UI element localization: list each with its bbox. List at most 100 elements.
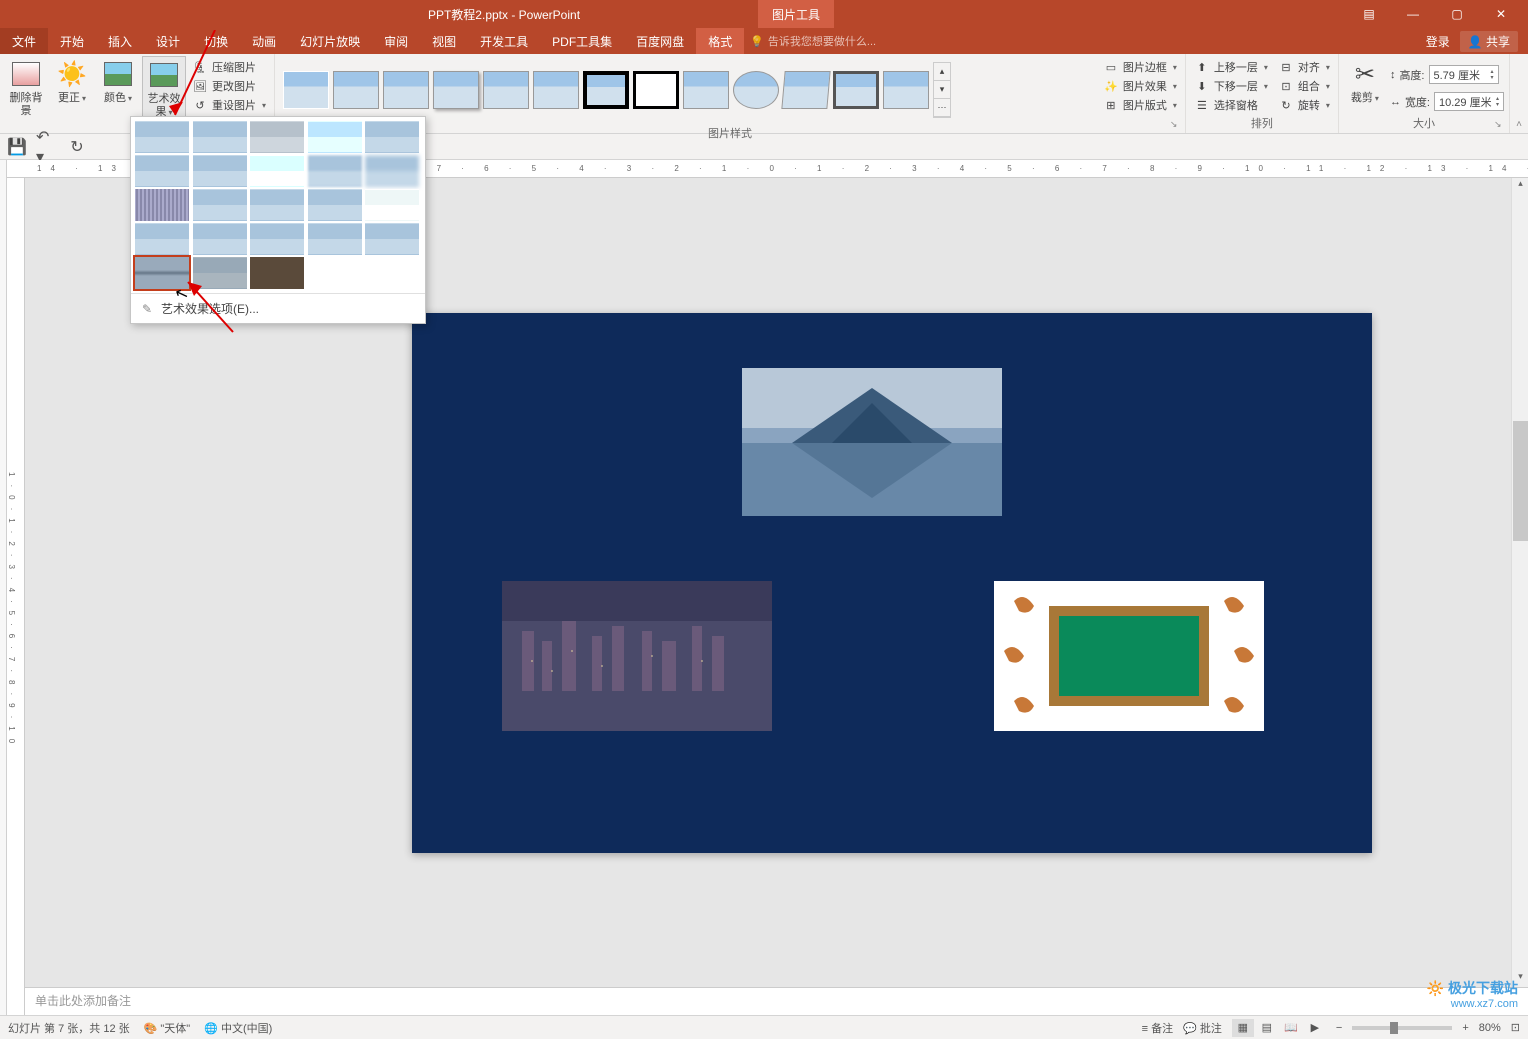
align-button[interactable]: ⊟对齐▾ <box>1274 58 1334 76</box>
picture-style-item[interactable] <box>283 71 329 109</box>
artistic-effect-item[interactable] <box>308 223 362 255</box>
scrollbar-thumb[interactable] <box>1513 421 1528 541</box>
artistic-effect-item[interactable] <box>308 189 362 221</box>
slide-sorter-button[interactable]: ▤ <box>1256 1019 1278 1037</box>
width-icon: ↔ <box>1390 96 1401 108</box>
corrections-icon: ☀️ <box>56 58 88 90</box>
zoom-percentage[interactable]: 80% <box>1479 1022 1501 1034</box>
remove-background-button[interactable]: 删除背景 <box>4 56 48 120</box>
annotation-arrow <box>155 30 235 120</box>
picture-style-item[interactable] <box>383 71 429 109</box>
tab-insert[interactable]: 插入 <box>96 28 144 54</box>
slide-image-mountain[interactable] <box>742 368 1002 516</box>
artistic-effect-item[interactable] <box>365 155 419 187</box>
picture-styles-gallery[interactable]: ▴▾⋯ <box>279 56 955 124</box>
picture-style-item[interactable] <box>333 71 379 109</box>
zoom-slider-thumb[interactable] <box>1390 1022 1398 1034</box>
picture-effects-button[interactable]: ✨图片效果▾ <box>1099 77 1181 95</box>
login-link[interactable]: 登录 <box>1426 33 1450 50</box>
selection-pane-button[interactable]: ☰选择窗格 <box>1190 96 1272 114</box>
picture-style-item[interactable] <box>633 71 679 109</box>
tab-view[interactable]: 视图 <box>420 28 468 54</box>
tab-developer[interactable]: 开发工具 <box>468 28 540 54</box>
minimize-button[interactable]: — <box>1392 2 1434 26</box>
language-info[interactable]: 🌐 中文(中国) <box>204 1020 272 1036</box>
picture-layout-button[interactable]: ⊞图片版式▾ <box>1099 96 1181 114</box>
comments-toggle[interactable]: 💬 批注 <box>1183 1020 1222 1036</box>
ribbon-display-options-button[interactable]: ▤ <box>1348 2 1390 26</box>
picture-style-item[interactable] <box>483 71 529 109</box>
rotate-button[interactable]: ↻旋转▾ <box>1274 96 1334 114</box>
artistic-effect-item[interactable] <box>135 223 189 255</box>
tab-format[interactable]: 格式 <box>696 28 744 54</box>
artistic-effect-item[interactable] <box>250 223 304 255</box>
notes-toggle[interactable]: ≡ 备注 <box>1142 1020 1173 1036</box>
artistic-effect-item[interactable] <box>308 121 362 153</box>
picture-style-item[interactable] <box>433 71 479 109</box>
layout-icon: ⊞ <box>1103 97 1119 113</box>
zoom-slider[interactable] <box>1352 1026 1452 1030</box>
collapse-ribbon-button[interactable]: ˄ <box>1510 54 1528 133</box>
tab-home[interactable]: 开始 <box>48 28 96 54</box>
artistic-effect-item[interactable] <box>365 121 419 153</box>
width-input[interactable]: 10.29 厘米▴▾ <box>1434 92 1504 111</box>
close-button[interactable]: ✕ <box>1480 2 1522 26</box>
artistic-effect-item[interactable] <box>365 189 419 221</box>
slide-image-city[interactable] <box>502 581 772 731</box>
picture-style-item[interactable] <box>533 71 579 109</box>
artistic-effect-item[interactable] <box>250 121 304 153</box>
notes-pane[interactable]: 单击此处添加备注 <box>25 987 1528 1015</box>
picture-style-item[interactable] <box>733 71 779 109</box>
artistic-effect-item[interactable] <box>365 223 419 255</box>
artistic-effect-item[interactable] <box>308 155 362 187</box>
artistic-effect-item[interactable] <box>193 121 247 153</box>
artistic-effect-item[interactable] <box>250 257 304 289</box>
slide-image-chalkboard[interactable] <box>994 581 1264 731</box>
color-button[interactable]: 颜色▾ <box>96 56 140 107</box>
zoom-in-button[interactable]: + <box>1462 1022 1468 1034</box>
tab-animations[interactable]: 动画 <box>240 28 288 54</box>
fit-to-window-button[interactable]: ⊡ <box>1511 1021 1520 1034</box>
picture-style-item[interactable] <box>781 71 830 109</box>
slide-thumbnail-panel[interactable]: 5 6 此处用片的标题 ε=mc² 7 8 <box>0 160 7 1015</box>
artistic-effect-item[interactable] <box>193 189 247 221</box>
artistic-effect-none[interactable] <box>135 121 189 153</box>
tab-pdf[interactable]: PDF工具集 <box>540 28 624 54</box>
share-button[interactable]: 👤 共享 <box>1460 31 1518 52</box>
scroll-up-button[interactable]: ▴ <box>1513 178 1528 194</box>
send-backward-button[interactable]: ⬇下移一层▾ <box>1190 77 1272 95</box>
artistic-effect-item[interactable] <box>250 155 304 187</box>
vertical-ruler[interactable]: 1·0·1·2·3·4·5·6·7·8·9·10 <box>7 178 25 1015</box>
tab-review[interactable]: 审阅 <box>372 28 420 54</box>
zoom-out-button[interactable]: − <box>1336 1022 1342 1034</box>
group-button[interactable]: ⊡组合▾ <box>1274 77 1334 95</box>
artistic-effect-item[interactable] <box>250 189 304 221</box>
normal-view-button[interactable]: ▦ <box>1232 1019 1254 1037</box>
gallery-more-button[interactable]: ▴▾⋯ <box>933 62 951 118</box>
bring-forward-button[interactable]: ⬆上移一层▾ <box>1190 58 1272 76</box>
slideshow-button[interactable]: ▶ <box>1304 1019 1326 1037</box>
picture-border-button[interactable]: ▭图片边框▾ <box>1099 58 1181 76</box>
picture-style-item[interactable] <box>583 71 629 109</box>
tab-baidu[interactable]: 百度网盘 <box>624 28 696 54</box>
tab-file[interactable]: 文件 <box>0 28 48 54</box>
styles-dialog-launcher[interactable]: ↘ <box>1170 119 1182 131</box>
height-input[interactable]: 5.79 厘米▴▾ <box>1429 65 1499 84</box>
vertical-scrollbar[interactable]: ▴ ▾ <box>1511 178 1528 987</box>
reading-view-button[interactable]: 📖 <box>1280 1019 1302 1037</box>
size-dialog-launcher[interactable]: ↘ <box>1494 119 1506 131</box>
slide-canvas[interactable] <box>412 313 1372 853</box>
artistic-effect-item[interactable] <box>135 189 189 221</box>
artistic-effect-item[interactable] <box>193 155 247 187</box>
maximize-button[interactable]: ▢ <box>1436 2 1478 26</box>
crop-button[interactable]: ✂ 裁剪▾ <box>1343 56 1387 107</box>
tab-slideshow[interactable]: 幻灯片放映 <box>288 28 372 54</box>
tell-me-search[interactable]: 💡 告诉我您想要做什么... <box>744 28 876 54</box>
picture-style-item[interactable] <box>833 71 879 109</box>
artistic-effect-item[interactable] <box>135 155 189 187</box>
corrections-button[interactable]: ☀️ 更正▾ <box>50 56 94 107</box>
width-label: 宽度: <box>1405 94 1430 110</box>
picture-style-item[interactable] <box>683 71 729 109</box>
picture-style-item[interactable] <box>883 71 929 109</box>
artistic-effect-item[interactable] <box>193 223 247 255</box>
